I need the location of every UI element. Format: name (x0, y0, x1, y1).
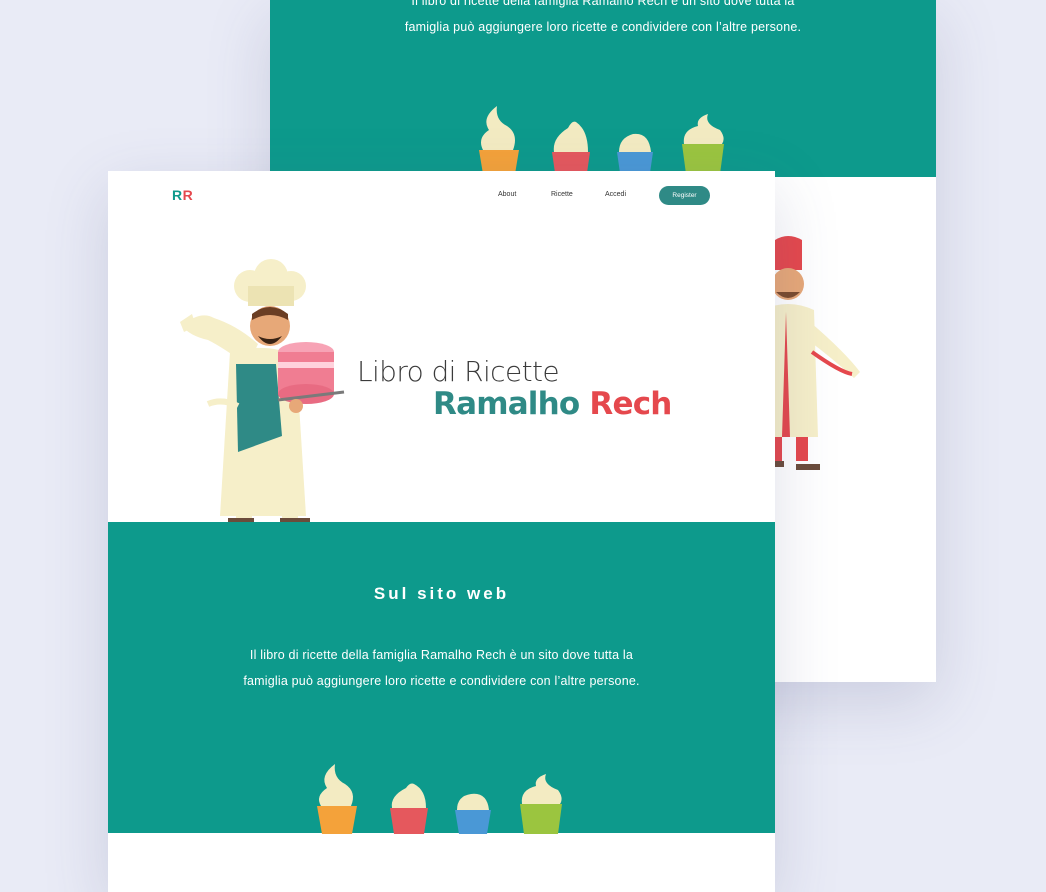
cupcakes-illustration-back (479, 106, 724, 180)
cupcakes-illustration (317, 764, 562, 834)
about-section-back: Il libro di ricette della famiglia Ramal… (270, 0, 936, 180)
hero-name-first: Ramalho (433, 386, 580, 422)
chef-hat (234, 259, 306, 306)
cupcake-orange (317, 764, 357, 834)
chef-with-cake-illustration (180, 259, 345, 524)
register-button[interactable]: Register (659, 186, 710, 205)
cupcake-orange (479, 106, 519, 180)
cupcake-red (390, 783, 428, 834)
logo[interactable]: RR (172, 187, 193, 203)
cupcake-green (682, 114, 724, 174)
about-heading: Sul sito web (373, 584, 510, 603)
main-page: RR About Ricette Accedi Register Libro d… (108, 171, 775, 892)
cupcake-blue (455, 793, 491, 834)
logo-letter-left: R (172, 187, 183, 203)
about-section: Sul sito web Il libro di ricette della f… (108, 522, 775, 834)
pink-cake (277, 342, 345, 404)
nav-link-about[interactable]: About (498, 191, 516, 198)
about-description-back: Il libro di ricette della famiglia Ramal… (404, 0, 802, 34)
nav-link-accedi[interactable]: Accedi (605, 191, 626, 198)
hero-title: Libro di Ricette (357, 355, 560, 388)
hero-family-name: Ramalho Rech (433, 386, 672, 422)
navbar: RR About Ricette Accedi Register (108, 171, 775, 221)
about-description: Il libro di ricette della famiglia Ramal… (243, 648, 640, 688)
logo-letter-right: R (182, 187, 194, 203)
nav-link-ricette[interactable]: Ricette (551, 191, 573, 198)
hero-name-last: Rech (589, 386, 672, 422)
cupcake-green (520, 774, 562, 834)
